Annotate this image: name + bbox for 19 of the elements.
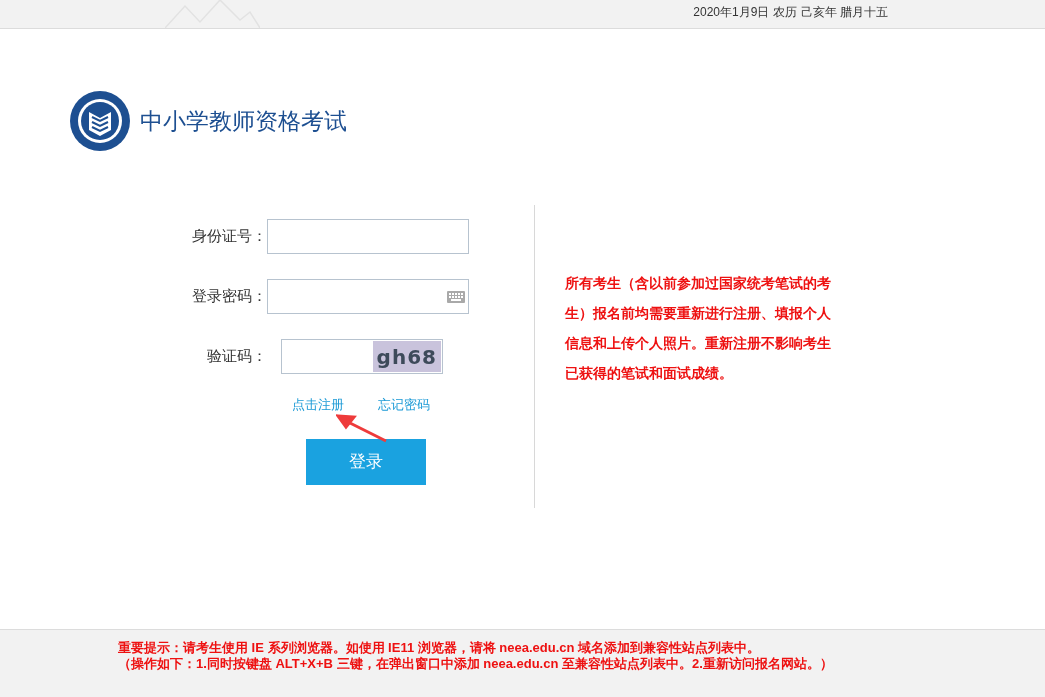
captcha-field[interactable]: gh68: [281, 339, 443, 374]
forgot-password-link[interactable]: 忘记密码: [378, 395, 430, 415]
logo-icon: [69, 90, 131, 152]
register-link[interactable]: 点击注册: [292, 395, 344, 415]
field-label: 登录密码：: [191, 286, 267, 307]
login-button[interactable]: 登录: [306, 438, 426, 485]
field-label: 身份证号：: [191, 226, 267, 247]
lunar-date-text: 农历 己亥年 腊月十五: [773, 4, 888, 21]
arrow-icon: [336, 413, 388, 443]
site-title: 中小学教师资格考试: [140, 106, 347, 136]
id-number-field[interactable]: [267, 219, 469, 254]
keyboard-icon[interactable]: [447, 290, 465, 303]
field-label: 验证码：: [206, 346, 267, 367]
footer-notice: 重要提示：请考生使用 IE 系列浏览器。如使用 IE11 浏览器，请将 neea.edu.cn 域名添加到兼容性站点列表中。: [118, 640, 762, 656]
footer-notice: （操作如下：1.同时按键盘 ALT+X+B 三键，在弹出窗口中添加 neea.edu.cn 至兼容性站点列表中。2.重新访问报名网站。）: [118, 656, 834, 672]
captcha-image[interactable]: gh68: [372, 341, 441, 372]
notice-text: 所有考生（含以前参加过国家统考笔试的考生）报名前均需要重新进行注册、填报个人信息和上传个人照片。重新注册不影响考生已获得的笔试和面试成绩。: [565, 274, 832, 383]
password-field[interactable]: [267, 279, 469, 314]
date-text: 2020年1月9日: [693, 4, 770, 21]
